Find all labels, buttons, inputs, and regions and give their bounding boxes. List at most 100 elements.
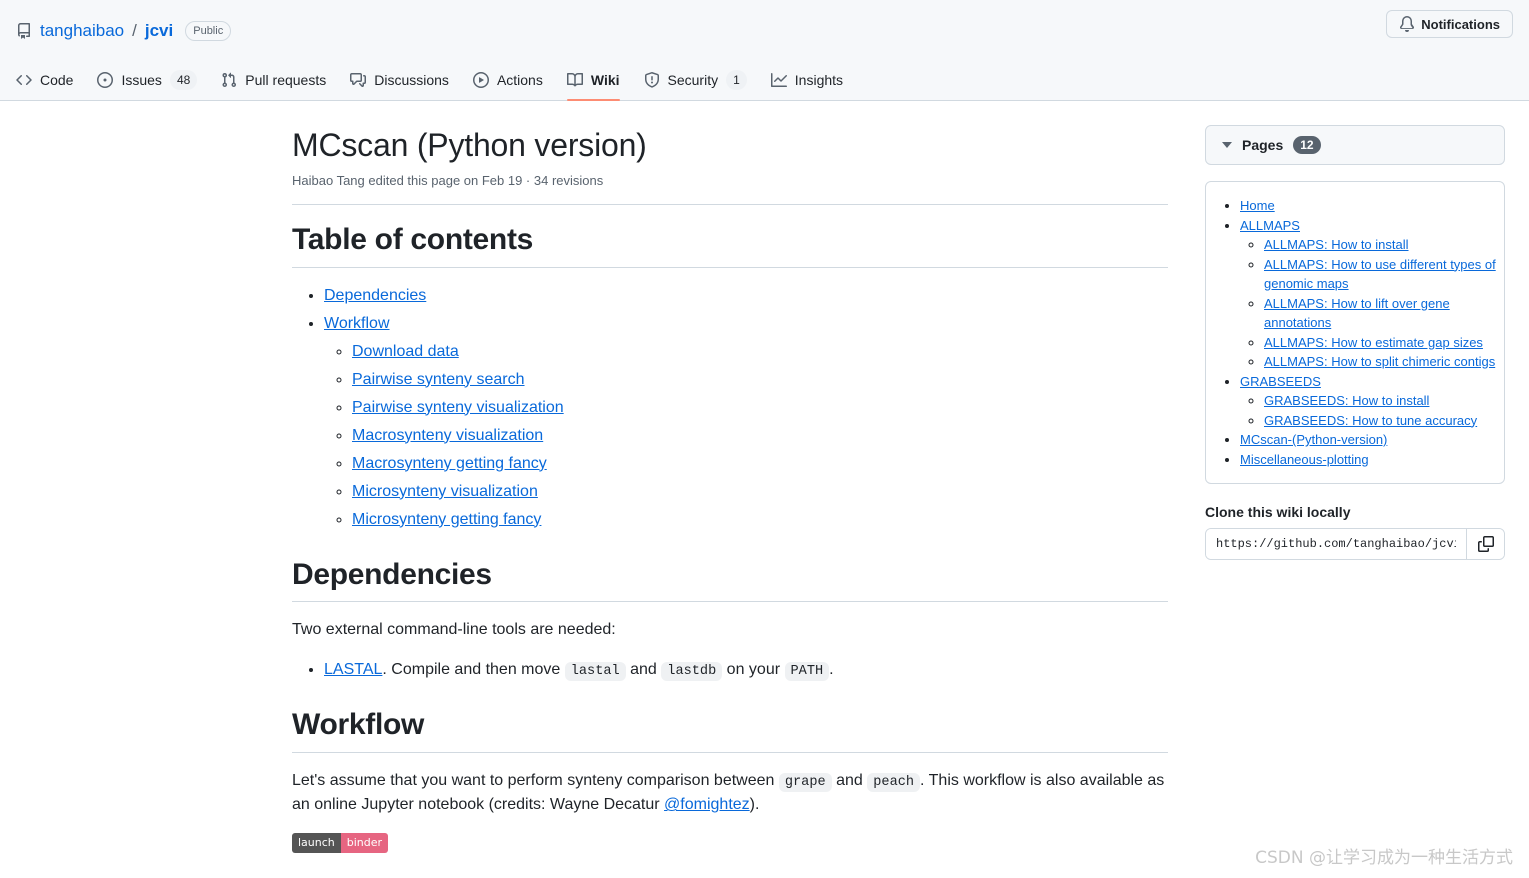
table-of-contents-list: Dependencies Workflow Download data Pair… — [292, 284, 1168, 532]
heading-dependencies: Dependencies — [292, 556, 1168, 602]
list-item: Macrosynteny visualization — [352, 424, 1168, 448]
tab-security[interactable]: Security 1 — [636, 59, 755, 101]
visibility-badge: Public — [185, 21, 232, 41]
wiki-markdown-body: Table of contents Dependencies Workflow … — [292, 205, 1168, 854]
heading-table-of-contents: Table of contents — [292, 221, 1168, 268]
list-item: LASTAL. Compile and then move lastal and… — [324, 658, 1168, 682]
wiki-main-column: MCscan (Python version) Haibao Tang edit… — [292, 125, 1192, 854]
page-body: MCscan (Python version) Haibao Tang edit… — [0, 101, 1529, 854]
page-link-grabseeds-tune-accuracy[interactable]: GRABSEEDS: How to tune accuracy — [1264, 413, 1477, 428]
tab-pull-requests[interactable]: Pull requests — [213, 59, 334, 101]
repo-name-link[interactable]: jcvi — [145, 21, 173, 41]
page-link-mcscan-python-version[interactable]: MCscan-(Python-version) — [1240, 432, 1387, 447]
list-item: Microsynteny getting fancy — [352, 508, 1168, 532]
tab-code-label: Code — [40, 72, 74, 88]
book-icon — [566, 72, 583, 88]
tab-security-label: Security — [667, 72, 719, 88]
toc-link-pairwise-synteny-search[interactable]: Pairwise synteny search — [352, 371, 525, 388]
tab-actions[interactable]: Actions — [465, 59, 551, 101]
fomightez-link[interactable]: @fomightez — [664, 796, 750, 813]
dependencies-intro: Two external command-line tools are need… — [292, 621, 616, 638]
binder-badge-right-label: binder — [340, 833, 389, 854]
page-link-allmaps-genomic-maps[interactable]: ALLMAPS: How to use different types of g… — [1264, 257, 1496, 292]
list-item: ALLMAPS: How to install — [1264, 235, 1496, 255]
list-item: ALLMAPS: How to lift over gene annotatio… — [1264, 294, 1496, 333]
page-byline: Haibao Tang edited this page on Feb 19 ·… — [292, 173, 604, 188]
list-item: ALLMAPS ALLMAPS: How to install ALLMAPS:… — [1240, 216, 1496, 372]
workflow-paragraph: Let's assume that you want to perform sy… — [292, 769, 1168, 817]
list-item: Download data — [352, 340, 1168, 364]
toc-link-workflow[interactable]: Workflow — [324, 315, 390, 332]
wiki-sidebar: Pages 12 Home ALLMAPS ALLMAPS: How to in… — [1205, 125, 1505, 854]
toc-link-macrosynteny-getting-fancy[interactable]: Macrosynteny getting fancy — [352, 455, 547, 472]
page-link-grabseeds-how-to-install[interactable]: GRABSEEDS: How to install — [1264, 393, 1429, 408]
list-item: Pairwise synteny visualization — [352, 396, 1168, 420]
clone-wiki-title: Clone this wiki locally — [1205, 504, 1351, 520]
list-item: Miscellaneous-plotting — [1240, 450, 1496, 470]
list-item: ALLMAPS: How to use different types of g… — [1264, 255, 1496, 294]
toc-link-microsynteny-getting-fancy[interactable]: Microsynteny getting fancy — [352, 511, 541, 528]
toc-link-dependencies[interactable]: Dependencies — [324, 287, 426, 304]
list-item: GRABSEEDS: How to install — [1264, 391, 1496, 411]
tab-code[interactable]: Code — [8, 59, 81, 101]
code-lastdb: lastdb — [661, 662, 723, 681]
list-item: ALLMAPS: How to estimate gap sizes — [1264, 333, 1496, 353]
list-item: GRABSEEDS GRABSEEDS: How to install GRAB… — [1240, 372, 1496, 431]
toc-sublist-workflow: Download data Pairwise synteny search Pa… — [324, 340, 1168, 532]
copy-clone-url-button[interactable] — [1466, 529, 1504, 559]
page-link-allmaps[interactable]: ALLMAPS — [1240, 218, 1300, 233]
heading-workflow: Workflow — [292, 706, 1168, 753]
tab-wiki[interactable]: Wiki — [559, 59, 628, 101]
notifications-button[interactable]: Notifications — [1386, 10, 1513, 38]
tab-issues[interactable]: Issues 48 — [89, 59, 205, 101]
page-link-allmaps-how-to-install[interactable]: ALLMAPS: How to install — [1264, 237, 1409, 252]
toc-link-microsynteny-visualization[interactable]: Microsynteny visualization — [352, 483, 538, 500]
repo-separator: / — [132, 21, 137, 40]
repo-nav-tabs: Code Issues 48 Pull requests Discussions — [0, 57, 1529, 101]
tab-security-count: 1 — [726, 70, 747, 90]
tab-insights[interactable]: Insights — [763, 59, 851, 101]
page-link-allmaps-chimeric-contigs[interactable]: ALLMAPS: How to split chimeric contigs — [1264, 354, 1495, 369]
tab-insights-label: Insights — [794, 72, 844, 88]
page-link-allmaps-lift-over[interactable]: ALLMAPS: How to lift over gene annotatio… — [1264, 296, 1450, 331]
pages-count-badge: 12 — [1293, 136, 1321, 154]
clone-url-input[interactable] — [1206, 529, 1466, 559]
list-item: Pairwise synteny search — [352, 368, 1168, 392]
notifications-label: Notifications — [1421, 16, 1500, 32]
dependencies-text-1: . Compile and then move — [382, 661, 565, 678]
pages-label: Pages — [1242, 137, 1284, 153]
launch-binder-badge[interactable]: launch binder — [292, 833, 389, 854]
page-title: MCscan (Python version) — [292, 127, 647, 163]
pages-panel-header[interactable]: Pages 12 — [1205, 125, 1505, 165]
code-grape: grape — [778, 772, 832, 792]
workflow-text-1: Let's assume that you want to perform sy… — [292, 771, 779, 789]
code-peach: peach — [867, 772, 921, 792]
pages-list: Home ALLMAPS ALLMAPS: How to install ALL… — [1206, 196, 1496, 469]
toc-link-download-data[interactable]: Download data — [352, 343, 459, 360]
tab-issues-count: 48 — [169, 70, 198, 90]
toc-link-pairwise-synteny-visualization[interactable]: Pairwise synteny visualization — [352, 399, 564, 416]
toc-link-macrosynteny-visualization[interactable]: Macrosynteny visualization — [352, 427, 543, 444]
code-icon — [16, 72, 32, 88]
copy-icon — [1477, 536, 1494, 552]
list-item: Macrosynteny getting fancy — [352, 452, 1168, 476]
tab-discussions[interactable]: Discussions — [342, 59, 457, 101]
page-link-miscellaneous-plotting[interactable]: Miscellaneous-plotting — [1240, 452, 1369, 467]
list-item: Microsynteny visualization — [352, 480, 1168, 504]
lastal-link[interactable]: LASTAL — [324, 661, 382, 678]
tab-pull-requests-label: Pull requests — [245, 72, 327, 88]
left-spacer — [0, 125, 292, 854]
pages-sublist-allmaps: ALLMAPS: How to install ALLMAPS: How to … — [1240, 235, 1496, 372]
repo-header: tanghaibao / jcvi Public Notifications C… — [0, 0, 1529, 101]
list-item: Home — [1240, 196, 1496, 216]
dependencies-text-4: . — [829, 661, 834, 678]
clone-url-row — [1205, 528, 1505, 560]
workflow-text-2: and — [831, 771, 868, 789]
binder-badge-left-label: launch — [292, 833, 341, 854]
repo-owner-link[interactable]: tanghaibao — [40, 21, 124, 41]
list-item: GRABSEEDS: How to tune accuracy — [1264, 411, 1496, 431]
tab-actions-label: Actions — [496, 72, 543, 88]
page-link-grabseeds[interactable]: GRABSEEDS — [1240, 374, 1321, 389]
page-link-home[interactable]: Home — [1240, 198, 1275, 213]
page-link-allmaps-gap-sizes[interactable]: ALLMAPS: How to estimate gap sizes — [1264, 335, 1483, 350]
